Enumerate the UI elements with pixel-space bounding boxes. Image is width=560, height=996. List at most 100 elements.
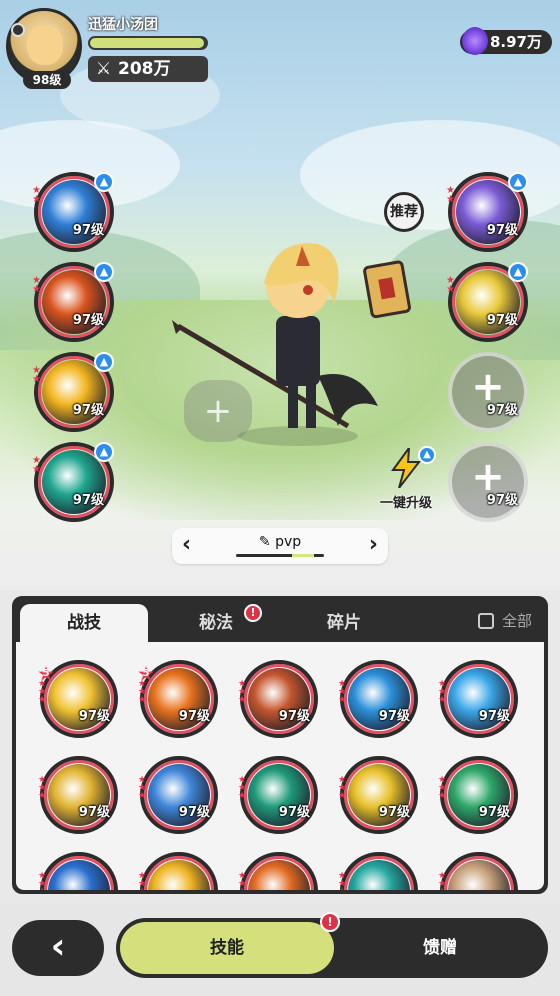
player-avatar[interactable]: 98级 (6, 8, 82, 89)
upgrade-arrow-icon: ▲ (418, 446, 436, 464)
skill-card[interactable]: ★★★ (238, 852, 318, 891)
skill-card[interactable]: ★ ★ ★ 97级 (338, 756, 418, 834)
skill-level: 97级 (486, 313, 518, 328)
skill-art (48, 860, 110, 890)
skill-level: 97级 (278, 805, 310, 820)
star-rank-icon: ★ ★ (32, 185, 41, 205)
chevron-left-icon: ‹ (50, 926, 66, 967)
star-rank-icon: ★★★ (338, 775, 347, 801)
star-rank-icon: ★★★ (438, 775, 447, 801)
skill-card[interactable]: ★ ★ ★ 97级 (138, 756, 218, 834)
preset-page-indicator (236, 554, 324, 557)
currency-display[interactable]: 8.97万 (459, 27, 552, 55)
star-rank-icon: ★ ★ (32, 455, 41, 475)
preset-name: ✎ pvp (172, 534, 388, 550)
back-button[interactable]: ‹ (12, 920, 104, 976)
one-click-upgrade-label: 一键升级 (379, 496, 432, 511)
star-rank-icon: ★★★ (38, 775, 47, 801)
one-click-upgrade-button[interactable]: ▲ 一键升级 (370, 444, 442, 511)
all-checkbox-label: 全部 (501, 612, 532, 630)
chevron-right-icon[interactable]: › (369, 532, 378, 557)
star-rank-icon: ★★★ (238, 871, 247, 891)
equipped-skill-slot[interactable]: ★ ★ ▲ 97级 (446, 172, 528, 252)
skill-card[interactable]: 5 ★ ★ ★ 97级 (138, 660, 218, 738)
skill-card[interactable]: ★ ★ ★ 97级 (238, 756, 318, 834)
all-checkbox[interactable]: 全部 (477, 610, 532, 631)
skill-level: 97级 (478, 805, 510, 820)
tab-label: 战技 (67, 613, 101, 633)
skill-level: 97级 (478, 709, 510, 724)
xp-bar (88, 36, 208, 50)
nav-label: 技能 (210, 938, 244, 958)
preset-selector: ‹ ✎ pvp › (172, 528, 388, 564)
skill-card[interactable]: ★ ★ ★ 97级 (438, 756, 518, 834)
skill-art (148, 860, 210, 890)
preset-name-text: pvp (275, 534, 302, 550)
skill-grid: 5 ★ ★ ★ 97级 5 ★ ★ ★ 97级 ★ ★ ★ 97级 ★ ★ ★ 97级 ★ ★ ★ 97级 ★ ★ ★ 97级 ★ ★… (16, 642, 544, 890)
star-rank-icon: ★★★ (238, 775, 247, 801)
star-rank-icon: ★★★ (438, 679, 447, 705)
skill-card[interactable]: 5 ★ ★ ★ 97级 (38, 660, 118, 738)
skill-level: 97级 (78, 709, 110, 724)
player-name: 迅猛小汤团 (88, 17, 158, 33)
tab-label: 秘法 (199, 613, 233, 633)
tab-combat-skills[interactable]: 战技 (20, 604, 148, 642)
star-rank-icon: ★★★ (338, 679, 347, 705)
equipped-skill-slot[interactable]: ★ ★ ▲ 97级 (32, 352, 114, 432)
tab-fragments[interactable]: 碎片 (280, 604, 408, 642)
tab-label: 碎片 (327, 613, 361, 633)
star-rank-icon: ★★★ (138, 679, 147, 705)
skill-art (248, 860, 310, 890)
nav-label: 馈赠 (423, 938, 457, 958)
upgrade-arrow-icon: ▲ (94, 442, 114, 462)
equipped-skill-slot[interactable]: ★ ★ ▲ 97级 (32, 442, 114, 522)
purple-gem-icon (461, 27, 488, 55)
skill-level: 97级 (78, 805, 110, 820)
star-rank-icon: ★★★ (138, 871, 147, 891)
nav-pill: 技能 ! 馈赠 (116, 912, 548, 978)
skill-card[interactable]: ★★★ (138, 852, 218, 891)
alert-badge: ! (244, 604, 262, 622)
skill-card[interactable]: ★ ★ ★ 97级 (238, 660, 318, 738)
upgrade-arrow-icon: ▲ (508, 262, 528, 282)
star-rank-icon: ★ ★ (446, 185, 455, 205)
skill-level: 97级 (72, 493, 104, 508)
upgrade-arrow-icon: ▲ (94, 352, 114, 372)
skill-art (348, 860, 410, 890)
upgrade-arrow-icon: ▲ (508, 172, 528, 192)
currency-value: 8.97万 (489, 33, 542, 51)
skill-level: 97级 (378, 709, 410, 724)
star-rank-icon: ★ ★ (32, 275, 41, 295)
skill-card[interactable]: ★ ★ ★ 97级 (38, 756, 118, 834)
equipped-skill-slot[interactable]: ★ ★ ▲ 97级 (32, 262, 114, 342)
skill-level: 97级 (486, 403, 518, 418)
equipped-skill-slot[interactable]: ★ ★ ▲ 97级 (32, 172, 114, 252)
upgrade-arrow-icon: ▲ (94, 172, 114, 192)
skill-level: 97级 (178, 805, 210, 820)
empty-skill-slot[interactable]: +97级 (448, 352, 528, 432)
star-rank-icon: ★★★ (238, 679, 247, 705)
empty-skill-slot[interactable]: +97级 (448, 442, 528, 522)
recommend-button[interactable]: 推荐 (384, 192, 424, 232)
skill-level: 97级 (72, 403, 104, 418)
skill-tabs: 战技 秘法 ! 碎片 全部 (12, 596, 548, 642)
equipped-skill-slot[interactable]: ★ ★ ▲ 97级 (446, 262, 528, 342)
tab-secret-arts[interactable]: 秘法 ! (152, 604, 280, 642)
skill-card[interactable]: ★ ★ ★ 97级 (438, 660, 518, 738)
skill-card[interactable]: ★★★ (438, 852, 518, 890)
avatar-frame-badge (11, 23, 25, 37)
player-level: 98级 (23, 71, 71, 89)
xp-bar-fill (90, 38, 204, 48)
star-rank-icon: ★★★ (38, 871, 47, 891)
bottom-nav: ‹ 技能 ! 馈赠 (0, 900, 560, 996)
avatar-face (27, 25, 63, 65)
skill-card[interactable]: ★★★ (38, 852, 118, 891)
skill-card[interactable]: ★ ★ ★ 97级 (338, 660, 418, 738)
skills-panel: 战技 秘法 ! 碎片 全部 5 ★ ★ ★ 97级 5 ★ ★ ★ 97级 ★ ★ ★ 97级 ★ ★ ★ 97级… (12, 596, 548, 894)
star-rank-icon: ★ ★ (32, 365, 41, 385)
nav-skills-button[interactable]: 技能 ! (120, 912, 340, 974)
skill-card[interactable]: ★★★ (338, 852, 418, 890)
pet-slot-add[interactable]: + (184, 380, 252, 442)
combat-power-value: 208万 (118, 59, 171, 79)
nav-gift-button[interactable]: 馈赠 (336, 922, 544, 974)
